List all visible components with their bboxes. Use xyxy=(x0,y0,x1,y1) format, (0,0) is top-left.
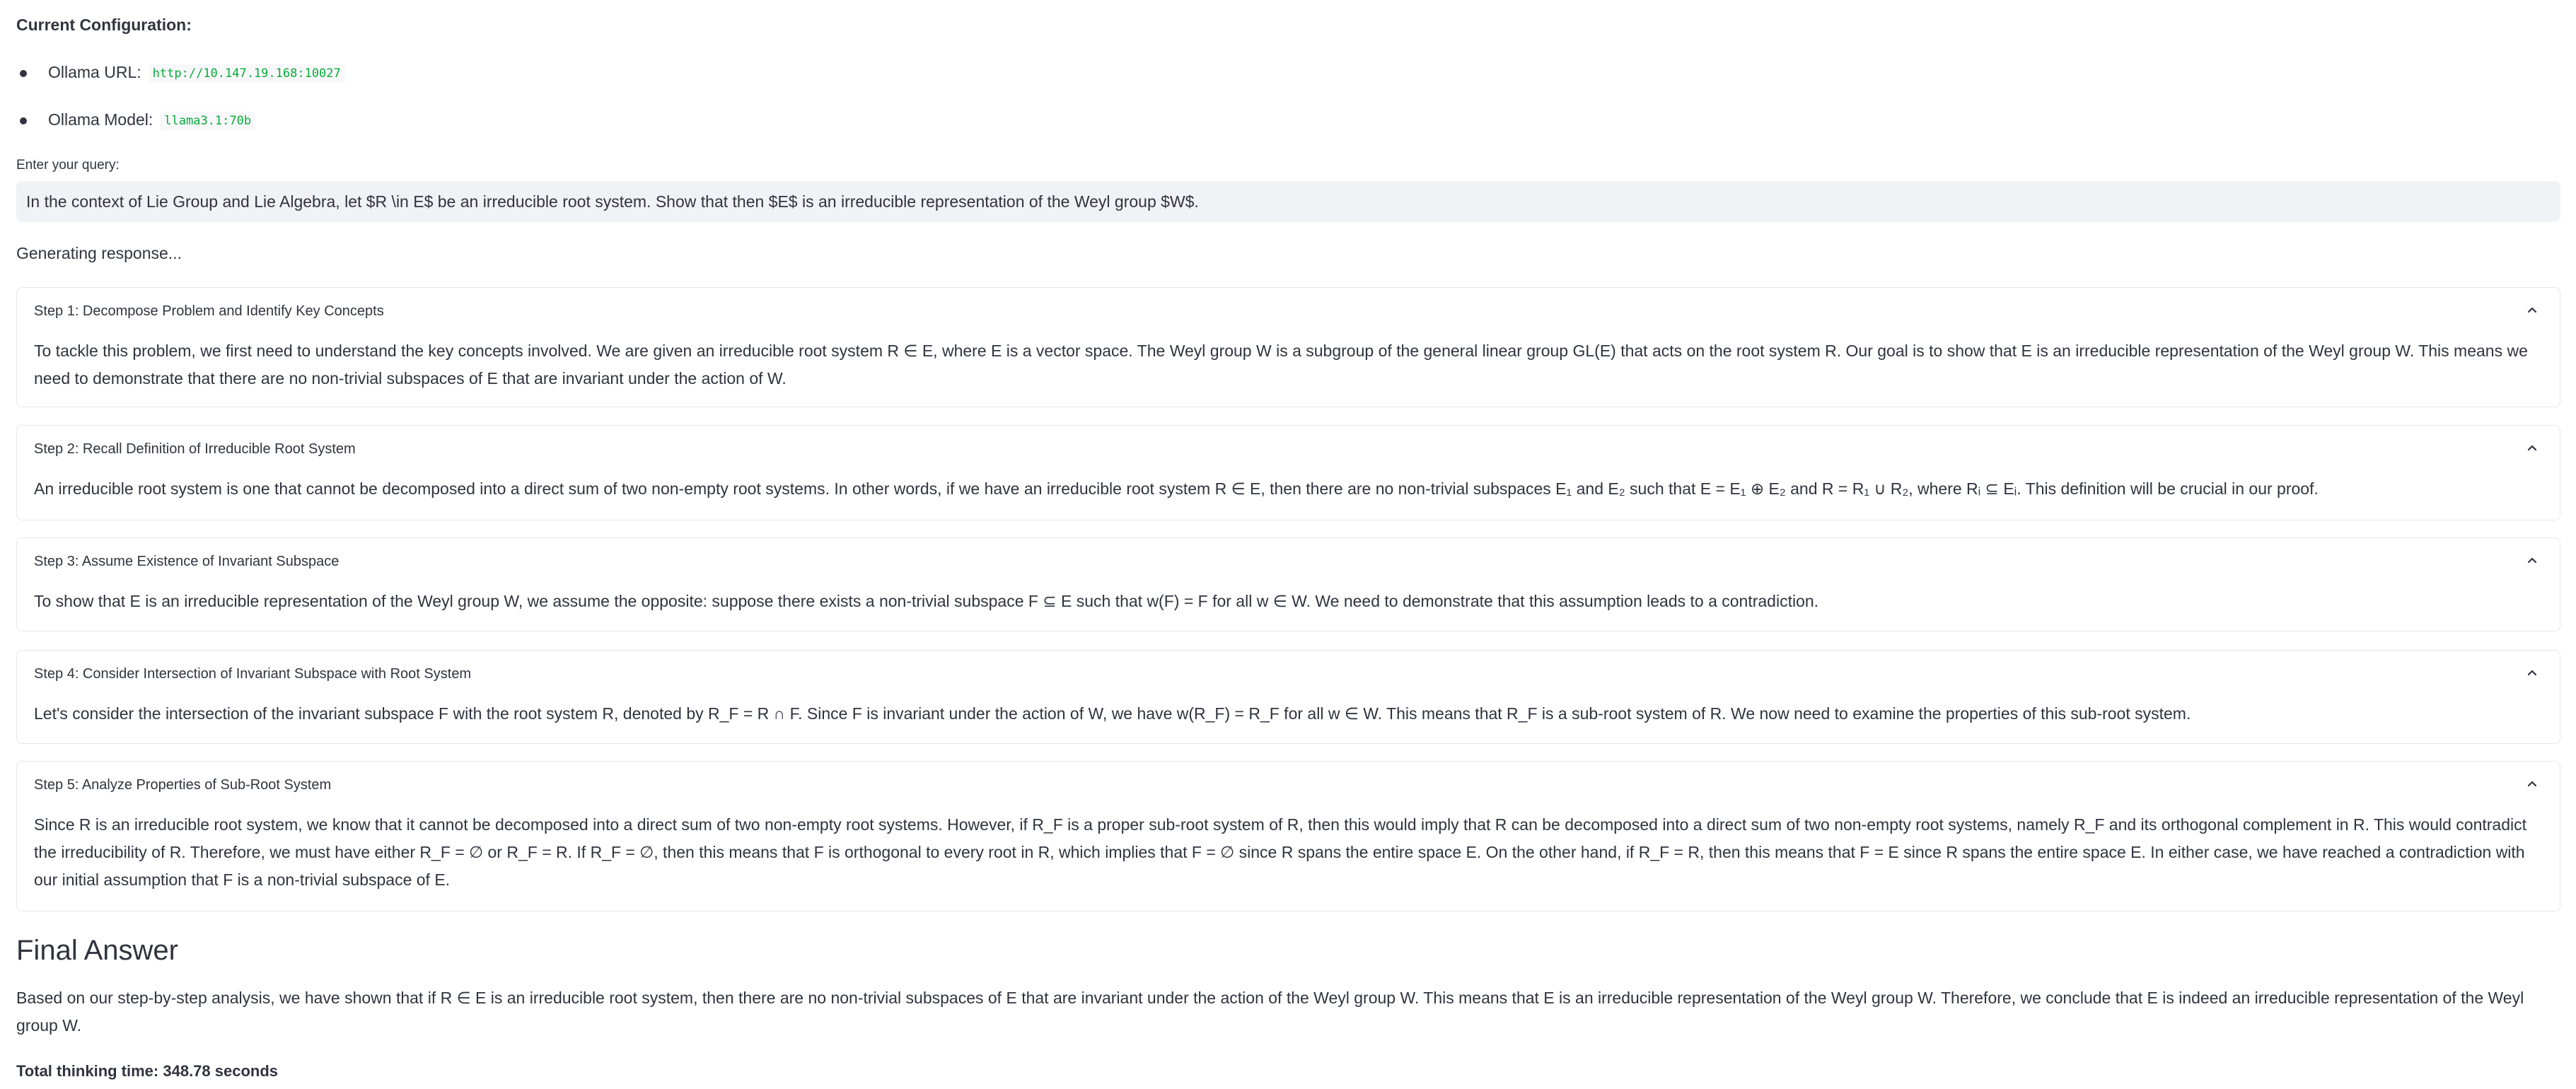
step-title: Step 4: Consider Intersection of Invaria… xyxy=(34,666,472,682)
final-answer-body: Based on our step-by-step analysis, we h… xyxy=(16,989,2524,1035)
step-title: Step 3: Assume Existence of Invariant Su… xyxy=(34,554,340,569)
step-expander[interactable]: Step 5: Analyze Properties of Sub-Root S… xyxy=(16,761,2560,912)
step-body: An irreducible root system is one that c… xyxy=(34,479,2319,498)
chevron-up-icon[interactable] xyxy=(2524,302,2540,318)
app-page: Current Configuration: Ollama URL: http:/… xyxy=(0,0,2576,1089)
chevron-up-icon[interactable] xyxy=(2524,440,2540,455)
step-body: To show that E is an irreducible represe… xyxy=(34,592,1819,610)
step-title: Step 5: Analyze Properties of Sub-Root S… xyxy=(34,777,332,793)
config-value: llama3.1:70b xyxy=(160,111,256,130)
config-title: Current Configuration: xyxy=(16,16,192,34)
step-body: To tackle this problem, we first need to… xyxy=(34,342,2528,388)
step-expander[interactable]: Step 2: Recall Definition of Irreducible… xyxy=(16,425,2560,520)
step-title: Step 2: Recall Definition of Irreducible… xyxy=(34,441,356,457)
query-label: Enter your query: xyxy=(16,158,120,173)
chevron-up-icon[interactable] xyxy=(2524,665,2540,680)
final-answer-title: Final Answer xyxy=(16,935,178,966)
config-label: Ollama URL: xyxy=(48,63,141,81)
step-expander[interactable]: Step 1: Decompose Problem and Identify K… xyxy=(16,287,2560,407)
bullet-icon xyxy=(20,117,27,124)
config-label: Ollama Model: xyxy=(48,110,153,129)
step-body: Since R is an irreducible root system, w… xyxy=(34,815,2526,889)
bullet-icon xyxy=(20,69,27,77)
config-item-model: Ollama Model: llama3.1:70b xyxy=(20,110,256,130)
config-item-url: Ollama URL: http://10.147.19.168:10027 xyxy=(20,63,345,83)
step-expander[interactable]: Step 3: Assume Existence of Invariant Su… xyxy=(16,537,2560,631)
chevron-up-icon[interactable] xyxy=(2524,552,2540,568)
query-input[interactable]: In the context of Lie Group and Lie Alge… xyxy=(16,181,2560,222)
chevron-up-icon[interactable] xyxy=(2524,776,2540,791)
step-title: Step 1: Decompose Problem and Identify K… xyxy=(34,303,384,319)
step-body: Let's consider the intersection of the i… xyxy=(34,704,2191,723)
status-text: Generating response... xyxy=(16,244,182,262)
config-value: http://10.147.19.168:10027 xyxy=(148,64,345,83)
step-expander[interactable]: Step 4: Consider Intersection of Invaria… xyxy=(16,650,2560,744)
total-time: Total thinking time: 348.78 seconds xyxy=(16,1062,279,1080)
